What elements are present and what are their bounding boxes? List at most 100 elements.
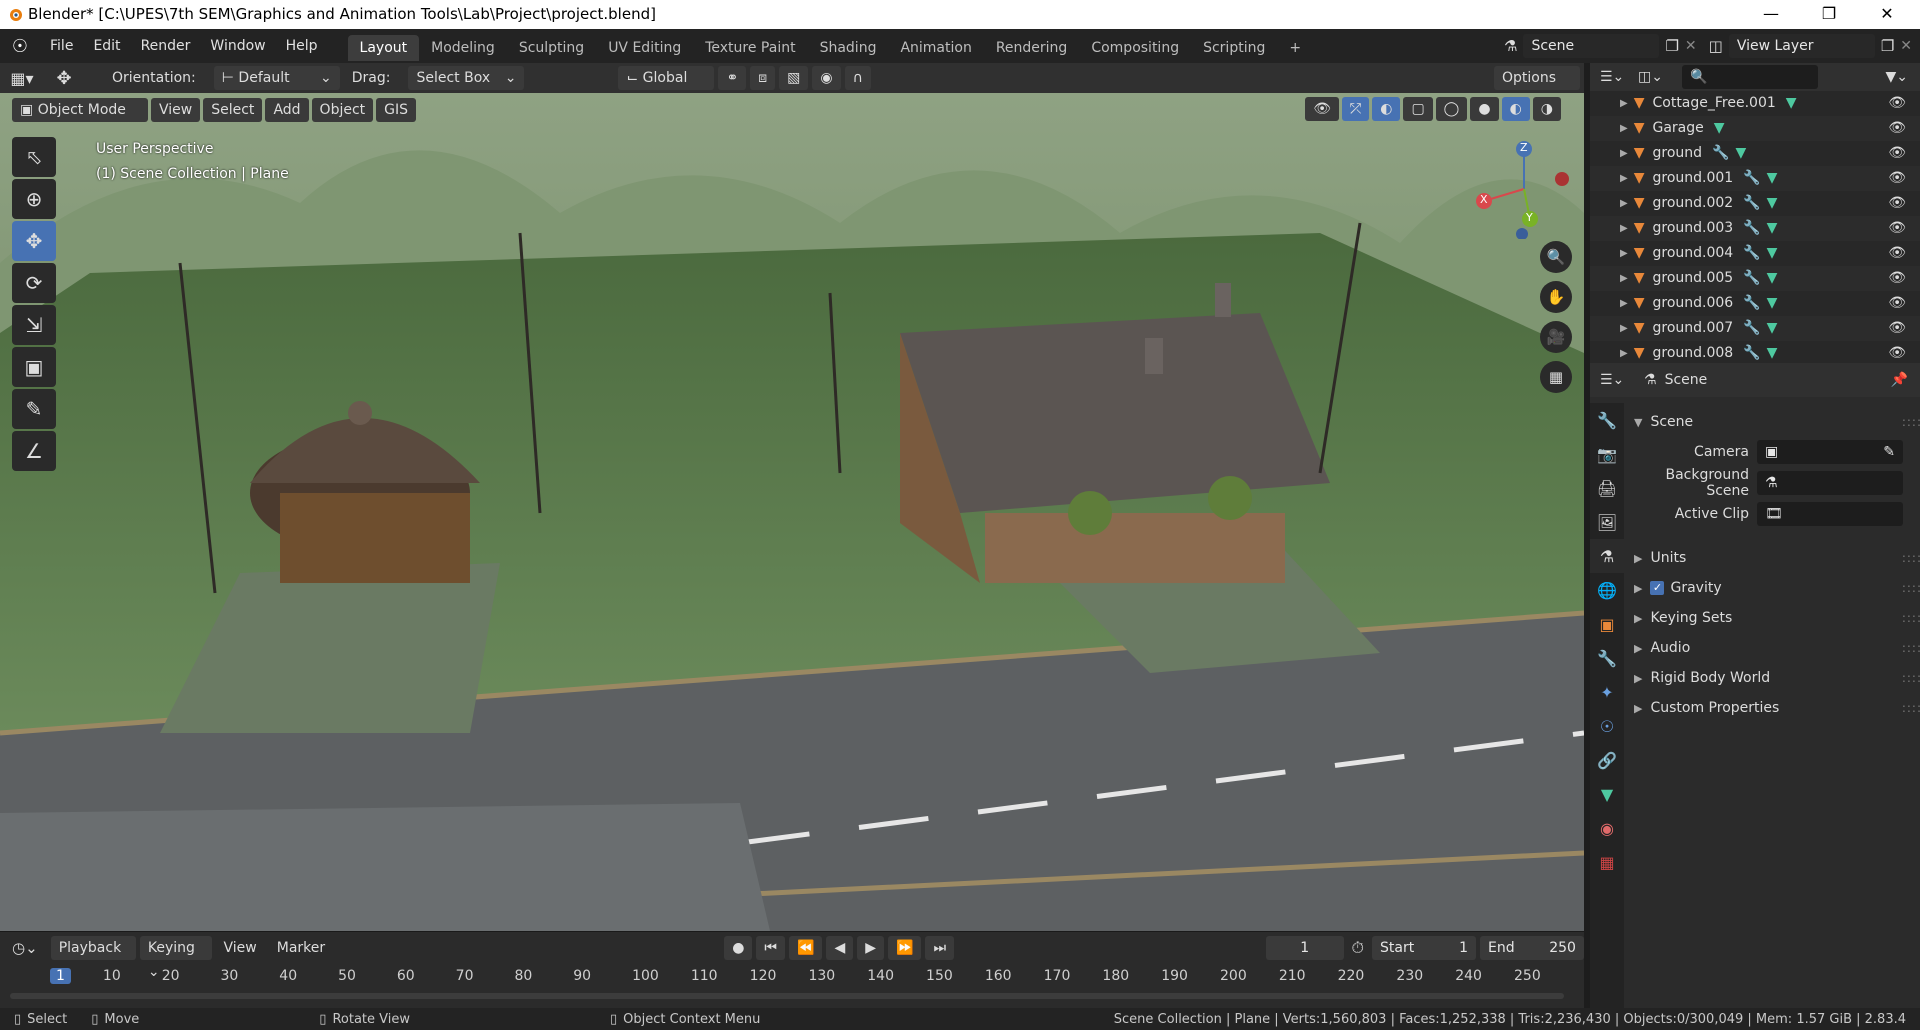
view-layer-icon[interactable]: ◫ (1709, 37, 1723, 55)
custom-properties-panel[interactable]: ▶ Custom Properties:::: (1624, 693, 1920, 723)
background-scene-field[interactable]: ⚗ (1757, 471, 1903, 495)
expand-arrow-icon[interactable]: ▶ (1620, 216, 1628, 241)
eyedropper-icon[interactable]: ✎ (1883, 440, 1895, 464)
menu-render[interactable]: Render (131, 29, 201, 63)
add-workspace-button[interactable]: + (1277, 35, 1313, 61)
move-tool-icon[interactable]: ✥ (12, 221, 56, 261)
eye-visibility-icon[interactable]: 👁 (1888, 116, 1906, 141)
mesh-data-icon[interactable]: ▼ (1767, 316, 1778, 341)
constraints-tab-icon[interactable]: 🔗 (1590, 743, 1624, 777)
keying-sets-panel[interactable]: ▶ Keying Sets:::: (1624, 603, 1920, 633)
workspace-tab-layout[interactable]: Layout (347, 35, 420, 61)
play-icon[interactable]: ▶ (857, 936, 885, 960)
eye-visibility-icon[interactable]: 👁 (1888, 316, 1906, 341)
workspace-tab-animation[interactable]: Animation (888, 35, 983, 61)
stopwatch-icon[interactable]: ⏱ (1352, 938, 1364, 958)
mesh-data-icon[interactable]: ▼ (1767, 166, 1778, 191)
start-frame-field[interactable]: Start 1 (1372, 936, 1476, 960)
outliner-item[interactable]: ▶ ▼ ground.005 🔧 ▼ 👁 (1590, 266, 1920, 291)
timeline-editor-type-icon[interactable]: ◷⌄ (12, 939, 51, 957)
pin-icon[interactable]: 📌 (1891, 372, 1908, 388)
drag-handle-icon[interactable]: :::: (1902, 415, 1920, 429)
outliner-item[interactable]: ▶ ▼ Cottage_Free.001 ▼ 👁 (1590, 91, 1920, 116)
marker-menu[interactable]: Marker (269, 936, 333, 960)
falloff-icon[interactable]: ∩ (844, 66, 871, 90)
modifier-icon[interactable]: 🔧 (1743, 216, 1760, 241)
expand-arrow-icon[interactable]: ▶ (1620, 191, 1628, 216)
data-tab-icon[interactable]: ▼ (1590, 777, 1624, 811)
end-frame-field[interactable]: End 250 (1480, 936, 1584, 960)
select-box-tool-icon[interactable]: ⬁ (12, 137, 56, 177)
transform-pivot-icon[interactable]: ✥ (44, 68, 84, 89)
snap-target-icon[interactable]: ▧ (779, 66, 809, 90)
menu-window[interactable]: Window (200, 29, 275, 63)
modifier-tab-icon[interactable]: 🔧 (1590, 641, 1624, 675)
physics-tab-icon[interactable]: ☉ (1590, 709, 1624, 743)
menu-edit[interactable]: Edit (83, 29, 130, 63)
add-menu[interactable]: Add (265, 98, 309, 122)
drag-dropdown[interactable]: Select Box ⌄ (408, 66, 525, 90)
mesh-data-icon[interactable]: ▼ (1786, 91, 1797, 116)
world-tab-icon[interactable]: 🌐 (1590, 573, 1624, 607)
workspace-tab-uv-editing[interactable]: UV Editing (596, 35, 693, 61)
timeline-view-menu[interactable]: View (216, 936, 265, 960)
jump-end-icon[interactable]: ⏭ (925, 936, 955, 960)
workspace-tab-compositing[interactable]: Compositing (1079, 35, 1191, 61)
gis-menu[interactable]: GIS (376, 98, 417, 122)
drag-handle-icon[interactable]: :::: (1902, 671, 1920, 685)
outliner-item[interactable]: ▶ ▼ ground.004 🔧 ▼ 👁 (1590, 241, 1920, 266)
new-scene-icon[interactable]: ❐ (1665, 37, 1678, 55)
cursor-tool-icon[interactable]: ⊕ (12, 179, 56, 219)
scene-selector[interactable]: Scene (1523, 34, 1660, 58)
outliner-search-input[interactable]: 🔍 (1682, 65, 1818, 89)
mesh-data-icon[interactable]: ▼ (1767, 191, 1778, 216)
transform-tool-icon[interactable]: ▣ (12, 347, 56, 387)
modifier-icon[interactable]: 🔧 (1743, 291, 1760, 316)
view-layer-selector[interactable]: View Layer (1728, 34, 1875, 58)
outliner-item[interactable]: ▶ ▼ Garage ▼ 👁 (1590, 116, 1920, 141)
zoom-icon[interactable]: 🔍 (1540, 241, 1572, 273)
workspace-tab-texture-paint[interactable]: Texture Paint (693, 35, 807, 61)
output-tab-icon[interactable]: 🖨 (1590, 471, 1624, 505)
remove-scene-icon[interactable]: ✕ (1685, 38, 1697, 54)
keying-menu[interactable]: Keying ⌄ (139, 936, 212, 980)
active-clip-field[interactable]: 🎞 (1757, 502, 1903, 526)
units-panel[interactable]: ▶ Units:::: (1624, 543, 1920, 573)
scene-panel-header[interactable]: ▼ Scene :::: (1624, 407, 1920, 437)
object-tab-icon[interactable]: ▣ (1590, 607, 1624, 641)
gravity-panel[interactable]: ▶ ✓ Gravity:::: (1624, 573, 1920, 603)
expand-arrow-icon[interactable]: ▶ (1620, 91, 1628, 116)
overlay-toggle-icon[interactable]: ◐ (1372, 97, 1401, 121)
eye-visibility-icon[interactable]: 👁 (1888, 166, 1906, 191)
annotate-tool-icon[interactable]: ✎ (12, 389, 56, 429)
expand-arrow-icon[interactable]: ▶ (1620, 241, 1628, 266)
filter-icon[interactable]: ▼⌄ (1886, 69, 1909, 85)
remove-view-layer-icon[interactable]: ✕ (1900, 38, 1912, 54)
material-tab-icon[interactable]: ◉ (1590, 811, 1624, 845)
camera-view-icon[interactable]: 🎥 (1540, 321, 1572, 353)
menu-file[interactable]: File (40, 29, 83, 63)
modifier-icon[interactable]: 🔧 (1712, 141, 1729, 166)
expand-arrow-icon[interactable]: ▶ (1620, 266, 1628, 291)
perspective-grid-icon[interactable]: ▦ (1540, 361, 1572, 393)
outliner-item[interactable]: ▶ ▼ ground.003 🔧 ▼ 👁 (1590, 216, 1920, 241)
eye-visibility-icon[interactable]: 👁 (1888, 291, 1906, 316)
object-menu[interactable]: Object (311, 98, 374, 122)
maximize-button[interactable]: ❐ (1806, 0, 1852, 29)
tool-tab-icon[interactable]: 🔧 (1590, 403, 1624, 437)
outliner-editor-type-icon[interactable]: ☰⌄ (1600, 69, 1638, 85)
transform-orientation-dropdown[interactable]: ⌙ Global (618, 66, 715, 90)
properties-editor-type-icon[interactable]: ☰⌄ (1600, 372, 1644, 388)
display-mode-icon[interactable]: ◫⌄ (1638, 69, 1682, 85)
workspace-tab-scripting[interactable]: Scripting (1191, 35, 1277, 61)
expand-arrow-icon[interactable]: ▶ (1620, 116, 1628, 141)
navigation-gizmo[interactable]: Z X Y (1464, 139, 1574, 240)
expand-arrow-icon[interactable]: ▶ (1620, 291, 1628, 316)
mesh-data-icon[interactable]: ▼ (1767, 216, 1778, 241)
workspace-tab-modeling[interactable]: Modeling (419, 35, 507, 61)
gravity-checkbox[interactable]: ✓ (1650, 581, 1665, 595)
play-reverse-icon[interactable]: ◀ (826, 936, 854, 960)
next-keyframe-icon[interactable]: ⏩ (888, 936, 922, 960)
eye-visibility-icon[interactable]: 👁 (1888, 216, 1906, 241)
drag-handle-icon[interactable]: :::: (1902, 611, 1920, 625)
